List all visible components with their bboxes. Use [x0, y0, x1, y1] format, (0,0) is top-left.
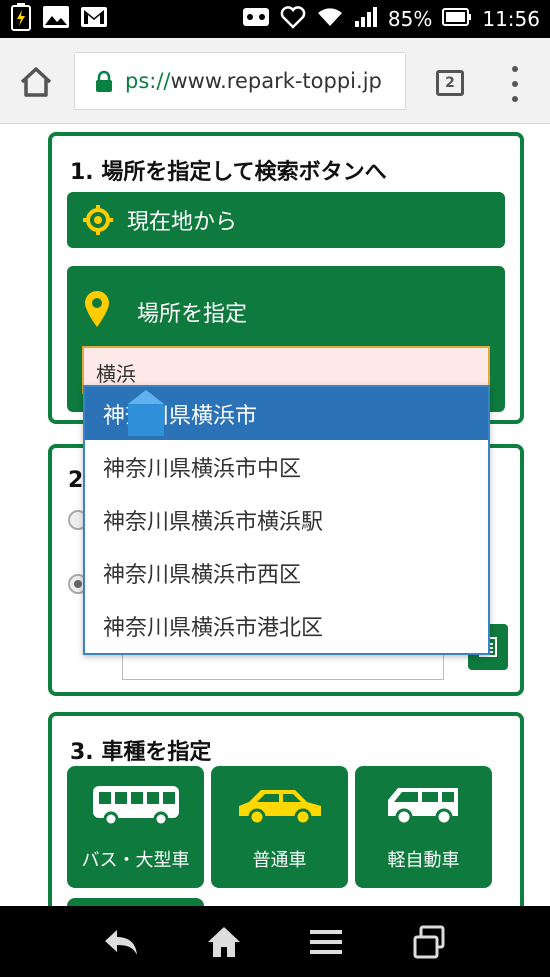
voicemail-icon	[242, 6, 270, 33]
map-pin-icon	[83, 290, 111, 328]
specify-place-label: 場所を指定	[137, 302, 248, 327]
current-location-label: 現在地から	[127, 210, 238, 235]
clock-time: 11:56	[482, 7, 540, 31]
menu-icon[interactable]	[306, 922, 346, 962]
address-bar[interactable]: ps:// www.repark-toppi.jp	[74, 52, 406, 110]
vehicle-standard-button[interactable]: 普通車	[211, 766, 348, 888]
vehicle-label: 普通車	[252, 850, 307, 871]
heart-icon	[280, 5, 306, 34]
browser-home-icon[interactable]	[16, 62, 56, 102]
kei-car-icon	[384, 784, 464, 831]
section-title: 1. 場所を指定して検索ボタンへ	[70, 160, 387, 185]
image-icon	[42, 5, 70, 33]
recent-apps-icon[interactable]	[409, 922, 449, 962]
signal-icon	[354, 6, 378, 33]
section-title: 2	[68, 468, 84, 493]
text-cursor-handle[interactable]	[126, 388, 166, 438]
status-bar: 85% 11:56	[0, 0, 550, 38]
screen: 85% 11:56 ps:// www.repark-toppi.jp 2 1.…	[0, 0, 550, 977]
browser-toolbar: ps:// www.repark-toppi.jp 2	[0, 38, 550, 124]
vehicle-label: 軽自動車	[387, 850, 460, 871]
autocomplete-item[interactable]: 神奈川県横浜市中区	[85, 440, 488, 493]
car-icon	[235, 784, 325, 831]
battery-charging-icon	[10, 3, 32, 35]
system-nav-bar	[0, 906, 550, 977]
autocomplete-item[interactable]: 神奈川県横浜市横浜駅	[85, 493, 488, 546]
url-host: www.repark-toppi.jp	[170, 69, 382, 93]
overflow-menu-icon[interactable]	[508, 66, 522, 102]
lock-icon	[93, 70, 115, 92]
bus-icon	[91, 784, 181, 831]
autocomplete-item[interactable]: 神奈川県横浜市西区	[85, 546, 488, 599]
current-location-button[interactable]: 現在地から	[67, 192, 505, 248]
autocomplete-item[interactable]: 神奈川県横浜市港北区	[85, 599, 488, 652]
back-icon[interactable]	[101, 922, 141, 962]
vehicle-kei-button[interactable]: 軽自動車	[355, 766, 492, 888]
gmail-icon	[80, 6, 108, 32]
crosshair-icon	[83, 205, 113, 235]
vehicle-bus-button[interactable]: バス・大型車	[67, 766, 204, 888]
vehicle-label: バス・大型車	[81, 850, 190, 871]
battery-icon	[442, 7, 472, 31]
section-title: 3. 車種を指定	[70, 740, 212, 765]
wifi-icon	[316, 6, 344, 33]
url-scheme: ps://	[125, 69, 171, 93]
vehicle-section: 3. 車種を指定 バス・大型車 普通車 軽自動車	[48, 712, 524, 938]
tab-switcher-button[interactable]: 2	[436, 70, 464, 96]
battery-percent: 85%	[387, 7, 433, 31]
place-section: 1. 場所を指定して検索ボタンへ 現在地から 場所を指定 横浜	[48, 132, 524, 424]
home-icon[interactable]	[204, 922, 244, 962]
